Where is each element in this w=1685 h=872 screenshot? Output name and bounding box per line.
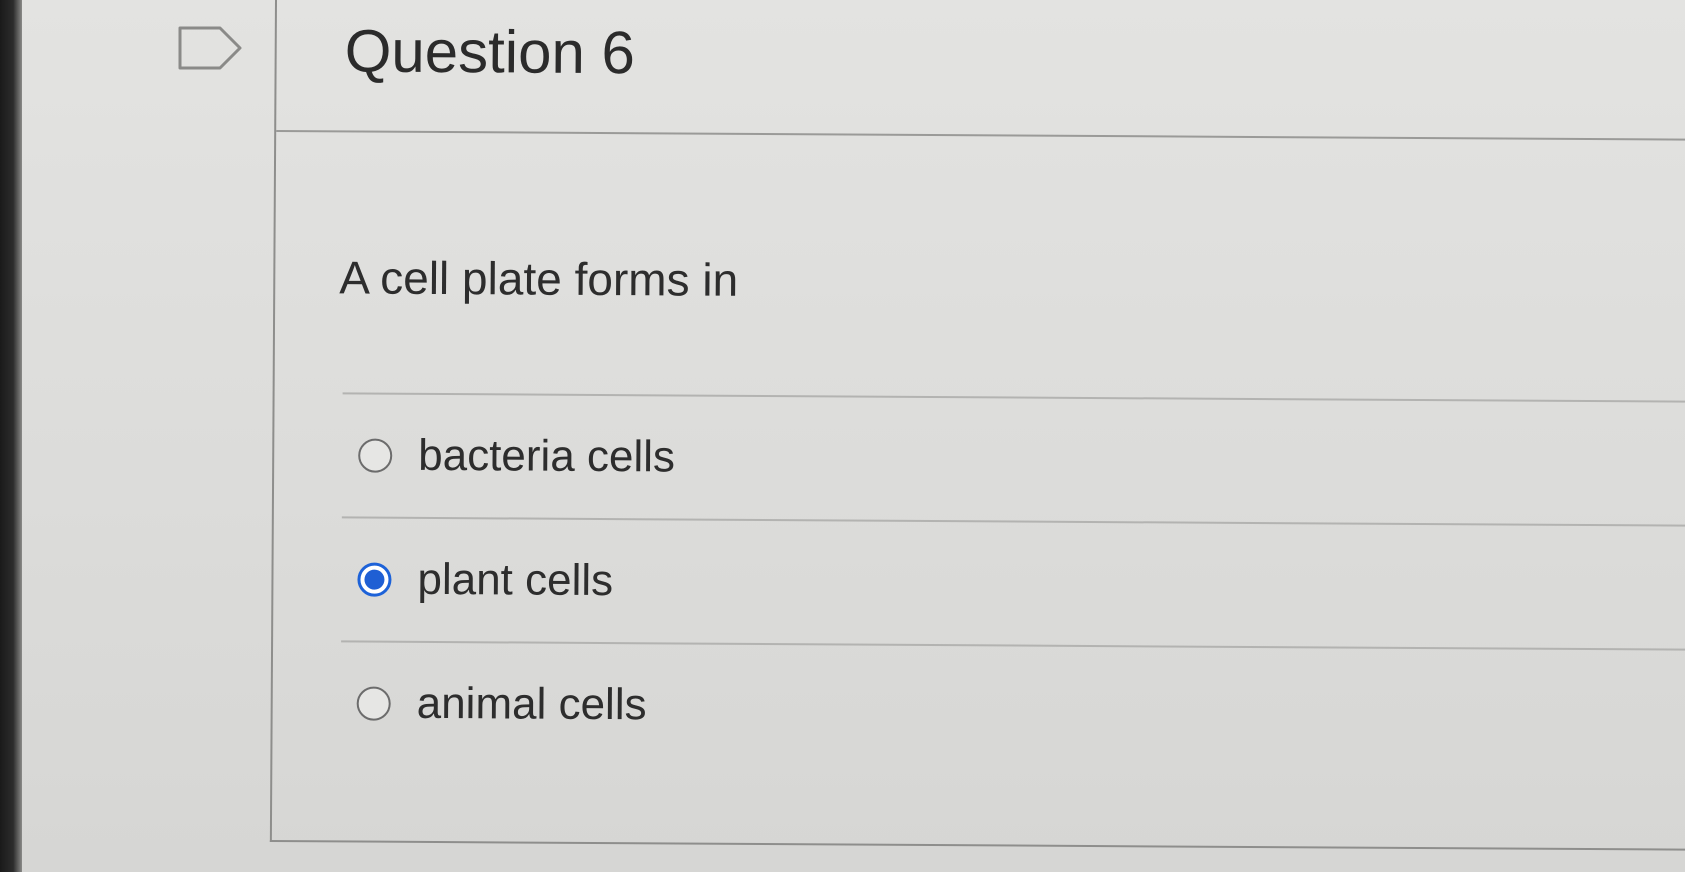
answer-option-bacteria-cells[interactable]: bacteria cells xyxy=(342,394,1685,524)
radio-button-selected[interactable] xyxy=(357,562,392,597)
question-title: Question 6 xyxy=(344,17,636,87)
answer-label: animal cells xyxy=(416,678,647,730)
answer-label: plant cells xyxy=(417,554,614,606)
flag-question-icon[interactable] xyxy=(176,24,246,72)
quiz-page: Question 6 A cell plate forms in bacteri… xyxy=(22,0,1685,872)
radio-button[interactable] xyxy=(356,686,391,721)
radio-button[interactable] xyxy=(358,438,393,473)
question-header: Question 6 xyxy=(276,0,1685,141)
answer-list: bacteria cells plant cells animal cells xyxy=(340,392,1685,772)
question-card: Question 6 A cell plate forms in bacteri… xyxy=(269,0,1685,851)
answer-option-animal-cells[interactable]: animal cells xyxy=(340,642,1685,772)
screen-bezel xyxy=(0,0,22,872)
question-prompt: A cell plate forms in xyxy=(339,251,739,306)
answer-label: bacteria cells xyxy=(418,430,676,482)
answer-option-plant-cells[interactable]: plant cells xyxy=(341,518,1685,648)
